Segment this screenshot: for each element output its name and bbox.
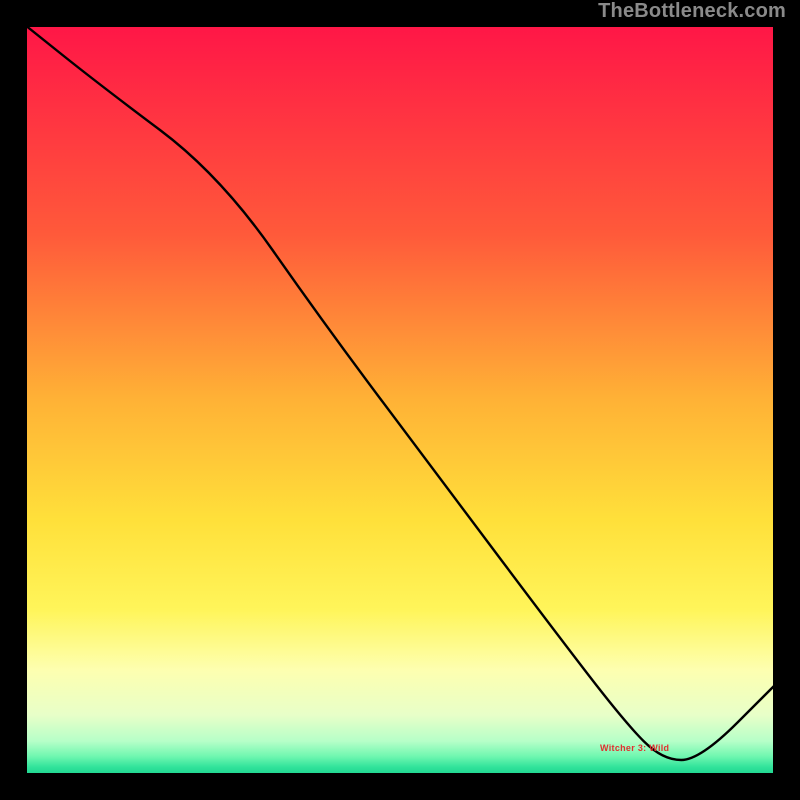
plot-area <box>25 25 775 775</box>
chart-wrap: TheBottleneck.com Witcher 3: Wild <box>0 0 800 800</box>
bottom-label: Witcher 3: Wild <box>600 743 669 753</box>
watermark-text: TheBottleneck.com <box>598 0 786 23</box>
gradient-background <box>25 25 775 775</box>
chart-svg <box>25 25 775 775</box>
